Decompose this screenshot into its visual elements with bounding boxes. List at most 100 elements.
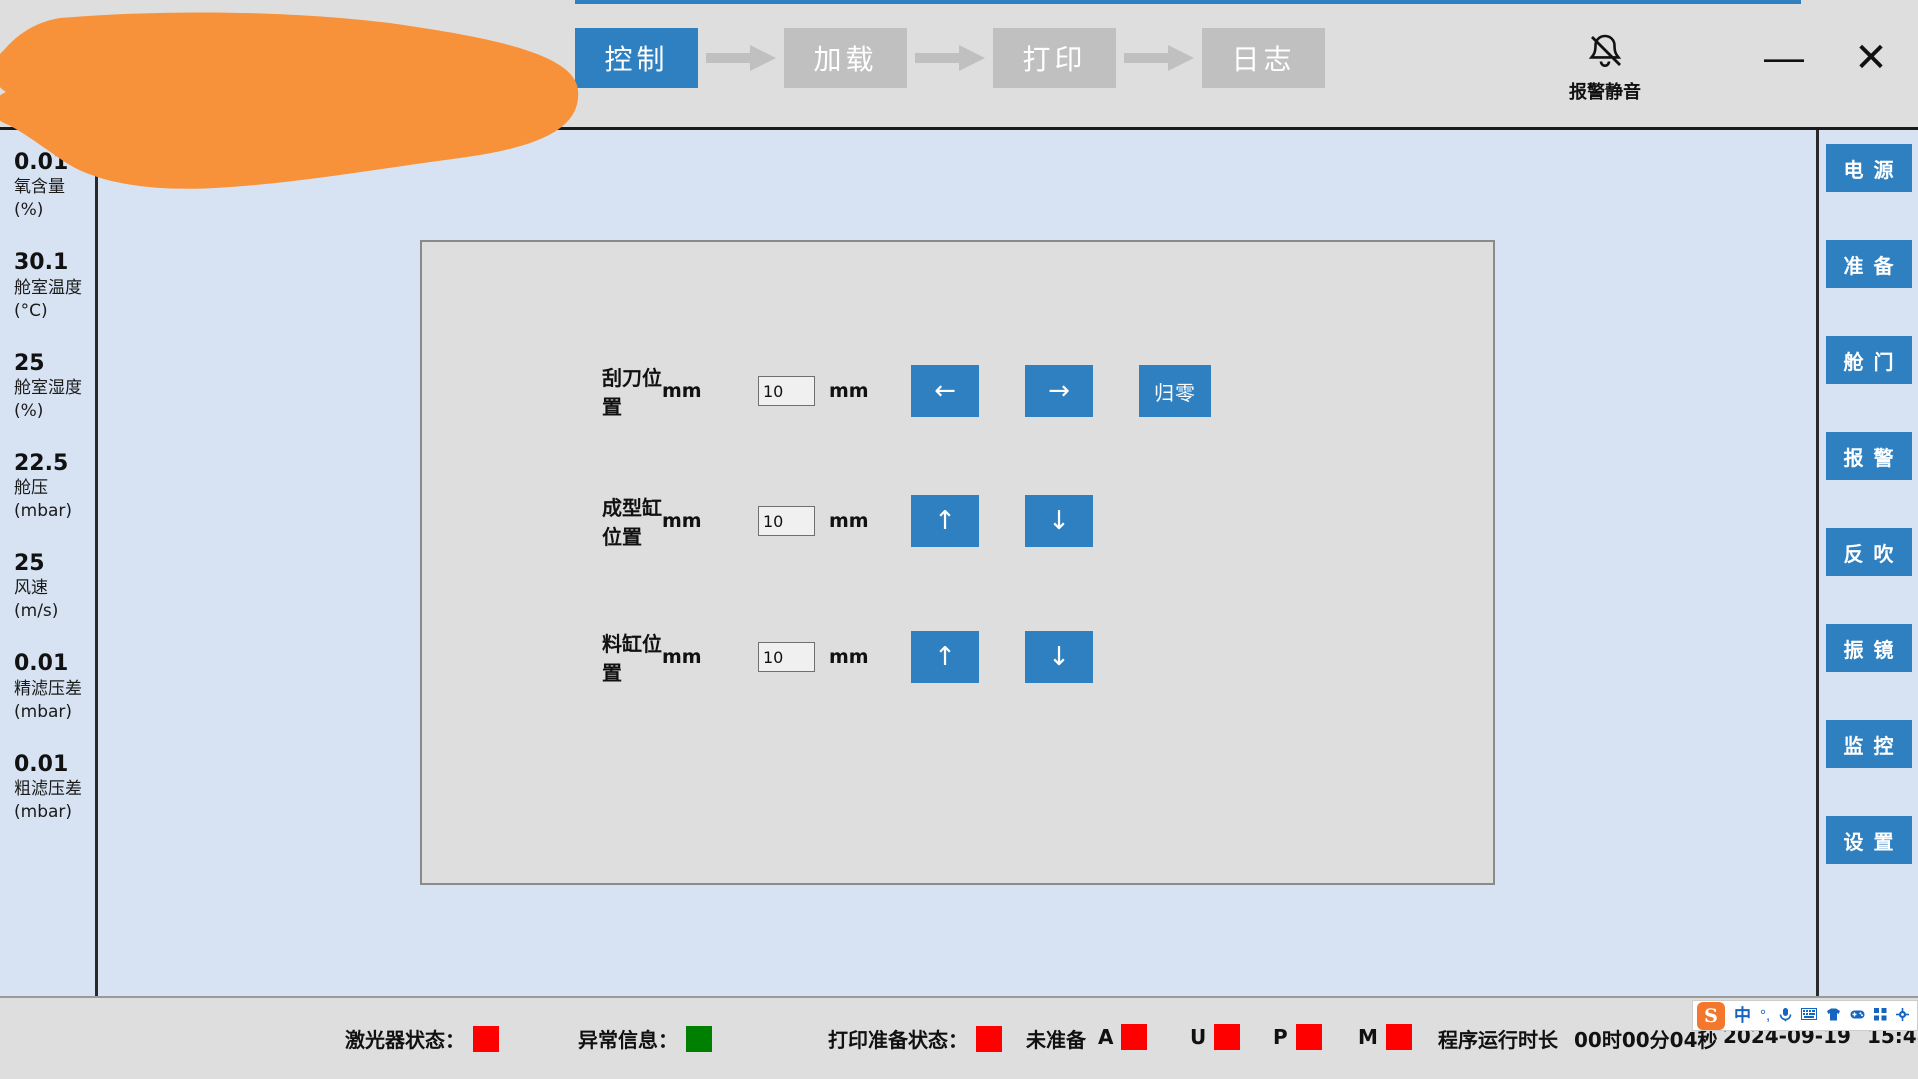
axis-u-label: U (1190, 1025, 1207, 1049)
sensor-value: 0.01 (14, 150, 69, 175)
alarm-mute-button[interactable]: 报警静音 (1540, 30, 1670, 104)
sensor-name: 舱室温度 (14, 277, 82, 298)
sensor-name: 风速 (14, 578, 48, 599)
laser-status-label: 激光器状态： (345, 1028, 465, 1052)
sensor-item: 0.01 精滤压差 (mbar) (14, 651, 95, 723)
keyboard-icon[interactable] (1801, 1008, 1818, 1023)
move-right-button[interactable]: → (1025, 365, 1093, 417)
print-ready-text: 未准备 (1026, 1028, 1086, 1052)
nav-accent-strip (575, 0, 1801, 4)
sensor-name: 舱压 (14, 478, 48, 499)
microphone-icon[interactable] (1779, 1007, 1792, 1025)
status-bar: 激光器状态： 异常信息： 打印准备状态： 未准备 A U P M 程序运行时长 … (0, 996, 1918, 1079)
print-ready-indicator (976, 1025, 1002, 1052)
apps-icon[interactable] (1874, 1007, 1887, 1024)
axis-p-status: P (1273, 1024, 1330, 1050)
close-icon: ✕ (1854, 36, 1888, 80)
row-unit-right: mm (829, 646, 869, 668)
move-up-button[interactable]: ↑ (911, 495, 979, 547)
cursor-pointer-icon (48, 95, 78, 118)
sensor-unit: (%) (14, 200, 44, 221)
sensor-value: 0.01 (14, 751, 69, 777)
fault-info-status: 异常信息： (578, 1024, 720, 1053)
powder-cylinder-position-input[interactable] (758, 642, 815, 672)
fault-info-label: 异常信息： (578, 1028, 678, 1052)
prepare-button[interactable]: 准备 (1825, 240, 1912, 288)
chamber-door-button[interactable]: 舱门 (1825, 336, 1912, 384)
axis-a-indicator (1121, 1024, 1148, 1050)
row-unit-left: mm (662, 380, 702, 402)
tab-log[interactable]: 日志 (1202, 28, 1325, 88)
axis-a-status: A (1098, 1024, 1155, 1050)
sensor-item: 25 舱室湿度 (%) (14, 351, 95, 423)
row-unit-left: mm (662, 646, 702, 668)
control-row-scraper: 刮刀位置 mm mm ← → 归零 (422, 360, 1257, 422)
backflush-button[interactable]: 反吹 (1825, 528, 1912, 576)
power-button[interactable]: 电源 (1825, 144, 1912, 192)
control-row-powder-cylinder: 料缸位置 mm mm ↑ ↓ (422, 626, 1139, 688)
arrow-icon (1116, 28, 1202, 88)
program-runtime: 程序运行时长 00时00分04秒 (1438, 1024, 1718, 1053)
close-button[interactable]: ✕ (1843, 30, 1899, 86)
workflow-nav: 控制 加载 打印 日志 (575, 28, 1325, 88)
sensor-value: 30.1 (14, 250, 69, 276)
tab-print[interactable]: 打印 (993, 28, 1116, 88)
control-row-build-cylinder: 成型缸位置 mm mm ↑ ↓ (422, 490, 1139, 552)
tab-load[interactable]: 加载 (784, 28, 907, 88)
row-unit-right: mm (829, 510, 869, 532)
galvo-button[interactable]: 振镜 (1825, 624, 1912, 672)
row-label: 刮刀位置 (602, 366, 662, 419)
arrow-icon (698, 28, 784, 88)
sensor-unit: (m/s) (14, 601, 59, 622)
scraper-position-input[interactable] (758, 376, 815, 406)
settings-button[interactable]: 设置 (1825, 816, 1912, 864)
row-unit-left: mm (662, 510, 702, 532)
sensor-unit: (mbar) (14, 701, 73, 722)
arrow-icon (907, 28, 993, 88)
move-up-button[interactable]: ↑ (911, 631, 979, 683)
alarm-button[interactable]: 报警 (1825, 432, 1912, 480)
print-ready-label: 打印准备状态： (828, 1028, 968, 1052)
laser-status: 激光器状态： (345, 1024, 507, 1053)
sensor-item: 0.01 氧含量 (%) (14, 150, 95, 222)
build-cylinder-position-input[interactable] (758, 506, 815, 536)
sensor-name: 氧含量 (14, 177, 65, 198)
sensor-unit: (°C) (14, 300, 48, 321)
sensor-unit: (%) (14, 400, 44, 421)
ime-mode-toggle[interactable]: 中 (1734, 1007, 1751, 1024)
axis-p-label: P (1273, 1025, 1288, 1049)
sensor-item: 22.5 舱压 (mbar) (14, 451, 95, 523)
runtime-label: 程序运行时长 (1438, 1028, 1558, 1052)
sensor-sidebar: 0.01 氧含量 (%) 30.1 舱室温度 (°C) 25 舱室湿度 (%) … (0, 130, 98, 996)
punctuation-icon[interactable]: °, (1760, 1008, 1770, 1023)
sensor-name: 舱室湿度 (14, 377, 82, 398)
sensor-value: 25 (14, 350, 45, 376)
axis-m-indicator (1385, 1024, 1412, 1050)
sogou-logo-icon[interactable]: S (1697, 1001, 1725, 1030)
sensor-unit: (mbar) (14, 801, 73, 822)
fault-info-indicator (686, 1025, 712, 1052)
move-down-button[interactable]: ↓ (1025, 495, 1093, 547)
monitor-button[interactable]: 监控 (1825, 720, 1912, 768)
sensor-name: 粗滤压差 (14, 778, 82, 799)
zero-button[interactable]: 归零 (1139, 365, 1211, 417)
move-left-button[interactable]: ← (911, 365, 979, 417)
sensor-name: 精滤压差 (14, 678, 82, 699)
function-sidebar: 电源 准备 舱门 报警 反吹 振镜 监控 设置 (1816, 130, 1918, 996)
settings-icon[interactable] (1896, 1007, 1910, 1024)
games-icon[interactable] (1850, 1008, 1865, 1023)
sensor-value: 22.5 (14, 450, 69, 476)
tab-control[interactable]: 控制 (575, 28, 698, 88)
print-ready-status: 打印准备状态： 未准备 (828, 1024, 1086, 1053)
axis-control-panel: 刮刀位置 mm mm ← → 归零 成型缸位置 mm mm ↑ ↓ 料缸位置 m… (420, 240, 1495, 885)
row-unit-right: mm (829, 380, 869, 402)
axis-u-indicator (1214, 1024, 1241, 1050)
row-label: 成型缸位置 (602, 496, 662, 549)
move-down-button[interactable]: ↓ (1025, 631, 1093, 683)
minimize-button[interactable]: — (1756, 30, 1812, 86)
ime-toolbar[interactable]: S 中 °, (1692, 1000, 1918, 1031)
skin-icon[interactable] (1826, 1008, 1841, 1024)
axis-m-label: M (1358, 1025, 1378, 1049)
header-bar: 控制 加载 打印 日志 报警静音 — ✕ (0, 0, 1918, 130)
sensor-item: 25 风速 (m/s) (14, 551, 95, 623)
